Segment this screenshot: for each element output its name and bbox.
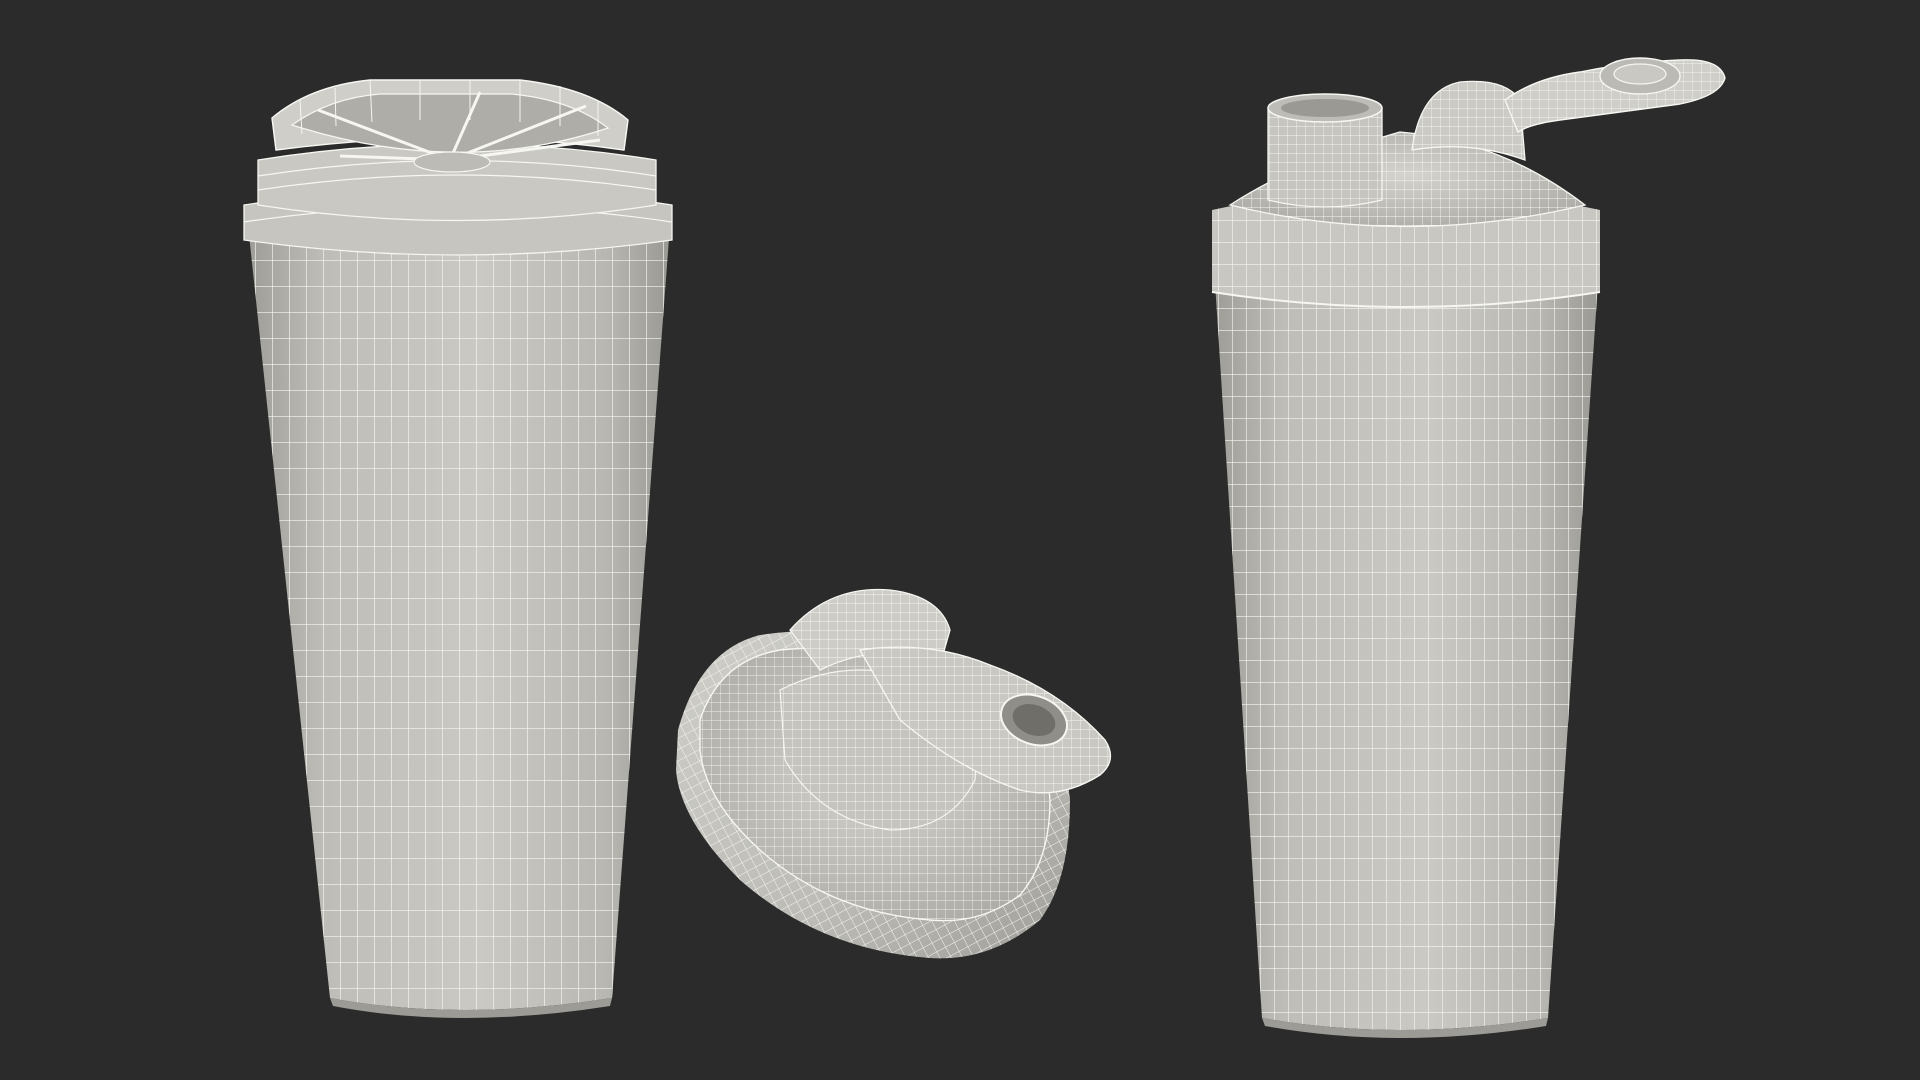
shaker-lid-icon [676, 588, 1112, 959]
shaker-bottle-closed-icon [1211, 57, 1726, 1038]
render-viewport [0, 0, 1920, 1080]
shaker-bottle-open-icon [243, 79, 673, 1018]
wireframe-render [243, 57, 1726, 1038]
